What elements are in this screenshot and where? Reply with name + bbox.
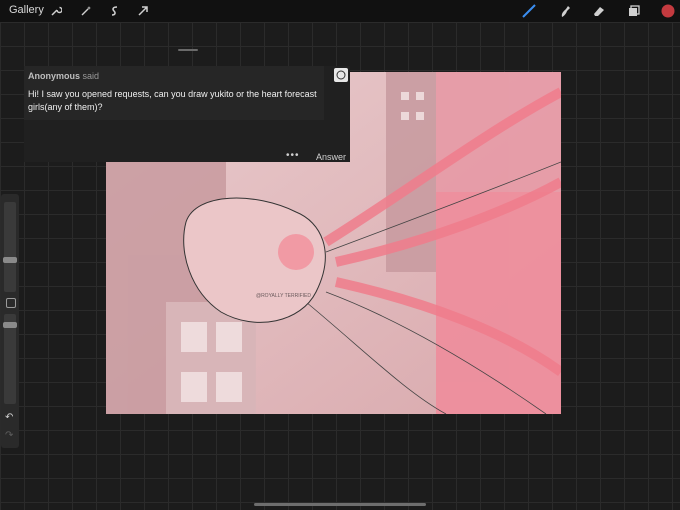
avatar-icon[interactable] [334,68,348,82]
answer-button[interactable]: Answer [316,152,346,162]
panel-drag-handle[interactable] [178,49,198,51]
more-options-icon[interactable]: ••• [286,150,300,161]
ask-panel: Anonymous said Hi! I saw you opened requ… [24,66,350,162]
brush-icon[interactable] [520,3,538,19]
undo-icon[interactable]: ↶ [5,412,13,423]
artwork-watermark: @ROYALLY TERRIFIED [256,293,311,299]
eraser-icon[interactable] [590,3,608,19]
ask-said-label: said [82,71,100,81]
brush-size-slider[interactable] [3,202,17,292]
home-indicator[interactable] [254,503,426,506]
gallery-button[interactable]: Gallery [9,4,44,16]
brush-sidebar: ↶ ↷ [1,194,19,448]
color-swatch[interactable] [659,3,677,19]
redo-icon[interactable]: ↷ [5,430,13,441]
ask-sender-name: Anonymous [28,71,81,81]
modify-button[interactable] [6,298,16,308]
wrench-icon[interactable] [48,3,64,19]
layers-icon[interactable] [625,3,643,19]
transform-arrow-icon[interactable] [135,3,151,19]
brush-size-thumb[interactable] [3,257,17,263]
opacity-thumb[interactable] [3,322,17,328]
ask-message: Hi! I saw you opened requests, can you d… [28,89,317,112]
smudge-icon[interactable] [556,3,574,19]
top-toolbar: Gallery [0,0,680,22]
opacity-slider[interactable] [3,314,17,404]
magic-wand-icon[interactable] [78,3,94,19]
selection-icon[interactable] [107,3,123,19]
ask-sender-line: Anonymous said [28,71,99,81]
